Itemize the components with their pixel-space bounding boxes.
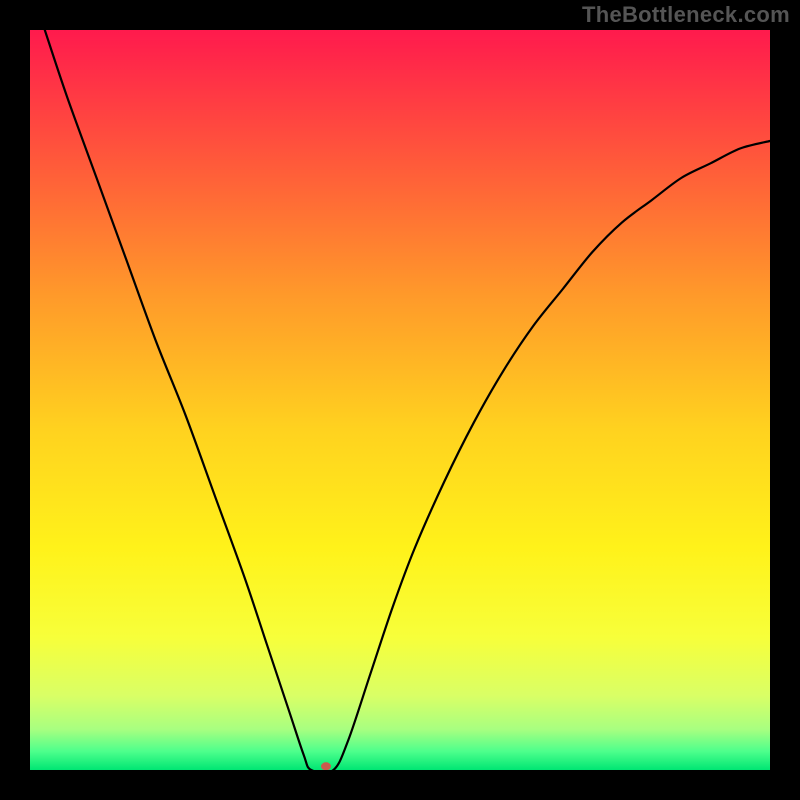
bottleneck-marker (321, 762, 331, 770)
gradient-background (30, 30, 770, 770)
plot-frame (30, 30, 770, 770)
watermark-text: TheBottleneck.com (582, 2, 790, 28)
chart-container: TheBottleneck.com (0, 0, 800, 800)
bottleneck-chart (30, 30, 770, 770)
